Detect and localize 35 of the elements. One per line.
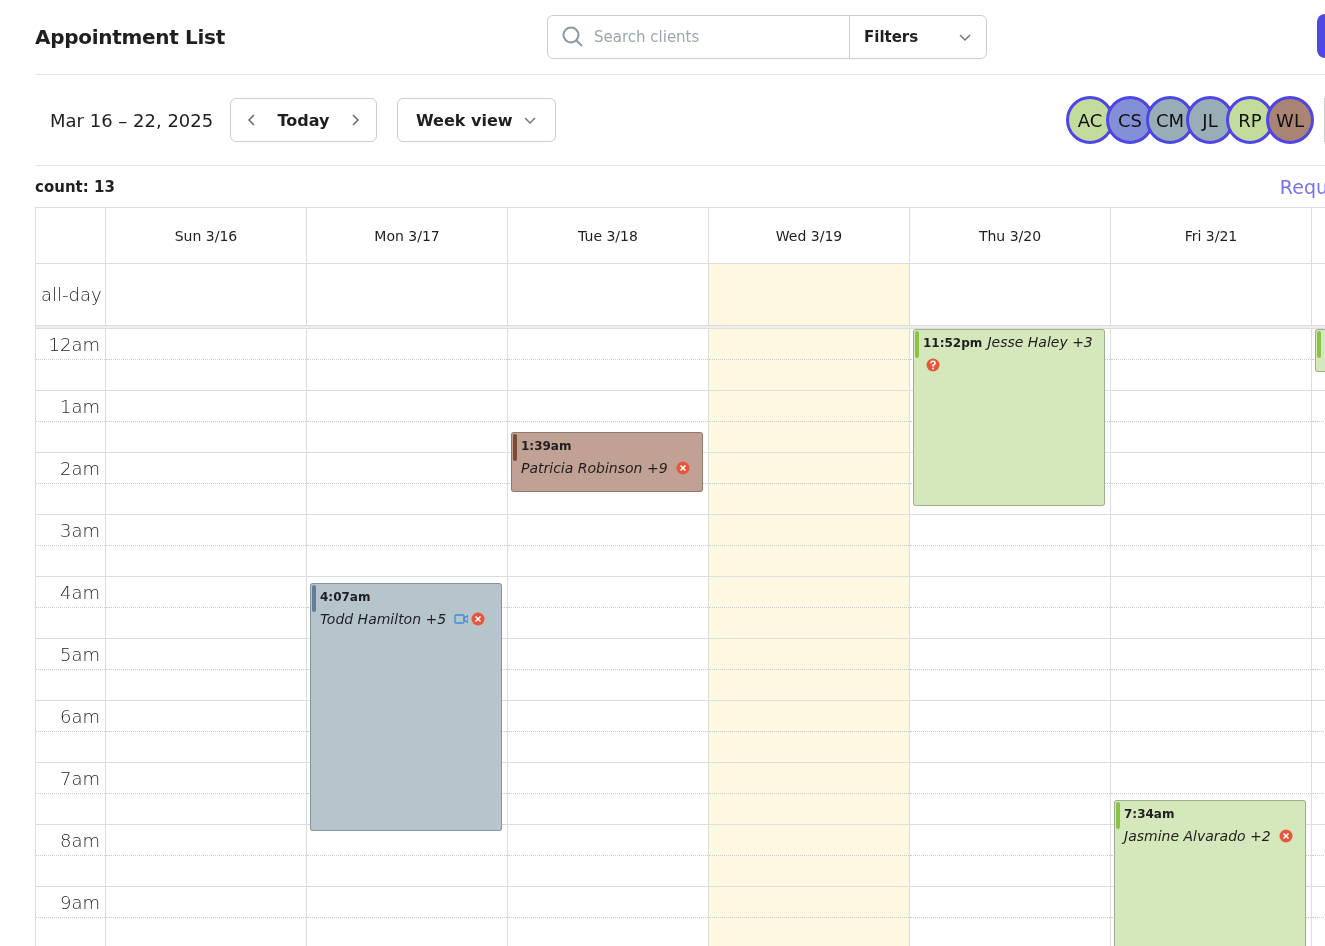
appointment-card[interactable]: 7:34am Jasmine Alvarado +2: [1114, 800, 1306, 946]
appointment-count: count: 13: [35, 177, 115, 196]
appointment-card[interactable]: 4:07am Todd Hamilton +5: [310, 583, 502, 832]
hour-label: 5am: [59, 644, 100, 665]
client-name: Patricia Robinson +9: [521, 459, 668, 476]
day-header: Sun 3/16: [174, 227, 238, 244]
day-header: Thu 3/20: [978, 227, 1042, 244]
appointment-time: 7:34am: [1124, 807, 1175, 822]
hour-label: 3am: [59, 520, 100, 541]
hour-label: 4am: [59, 582, 100, 603]
hour-label: 2am: [59, 458, 100, 479]
appointment-card[interactable]: 11:52pm Jesse Haley +3: [913, 329, 1105, 506]
page-title: Appointment List: [35, 25, 226, 49]
day-header: Tue 3/18: [578, 227, 638, 244]
view-dropdown[interactable]: Week view: [397, 98, 556, 142]
appointment-time: 1:39am: [521, 438, 572, 453]
all-day-label: all-day: [40, 284, 102, 305]
staff-avatar[interactable]: WL: [1266, 96, 1314, 144]
hour-label: 9am: [59, 892, 100, 913]
day-header: Wed 3/19: [775, 227, 843, 244]
client-name: Todd Hamilton +5: [320, 611, 447, 628]
date-range: Mar 16 – 22, 2025: [49, 109, 215, 131]
hour-label: 1am: [59, 396, 100, 417]
appointment-time: 4:07am: [320, 590, 371, 605]
appointment-time: 11:52pm: [923, 336, 983, 350]
client-name: Jesse Haley +3: [987, 334, 1093, 350]
today-button[interactable]: Today: [277, 110, 330, 130]
day-header: Mon 3/17: [374, 227, 440, 244]
hour-label: 8am: [59, 830, 100, 851]
day-header: Fri 3/21: [1184, 227, 1238, 244]
appointment-card[interactable]: 1:39am Patricia Robinson +9: [511, 431, 703, 493]
hour-label: 7am: [59, 768, 100, 789]
hour-label: 6am: [59, 706, 100, 727]
hour-label: 12am: [48, 334, 100, 355]
search-icon: [562, 26, 584, 48]
